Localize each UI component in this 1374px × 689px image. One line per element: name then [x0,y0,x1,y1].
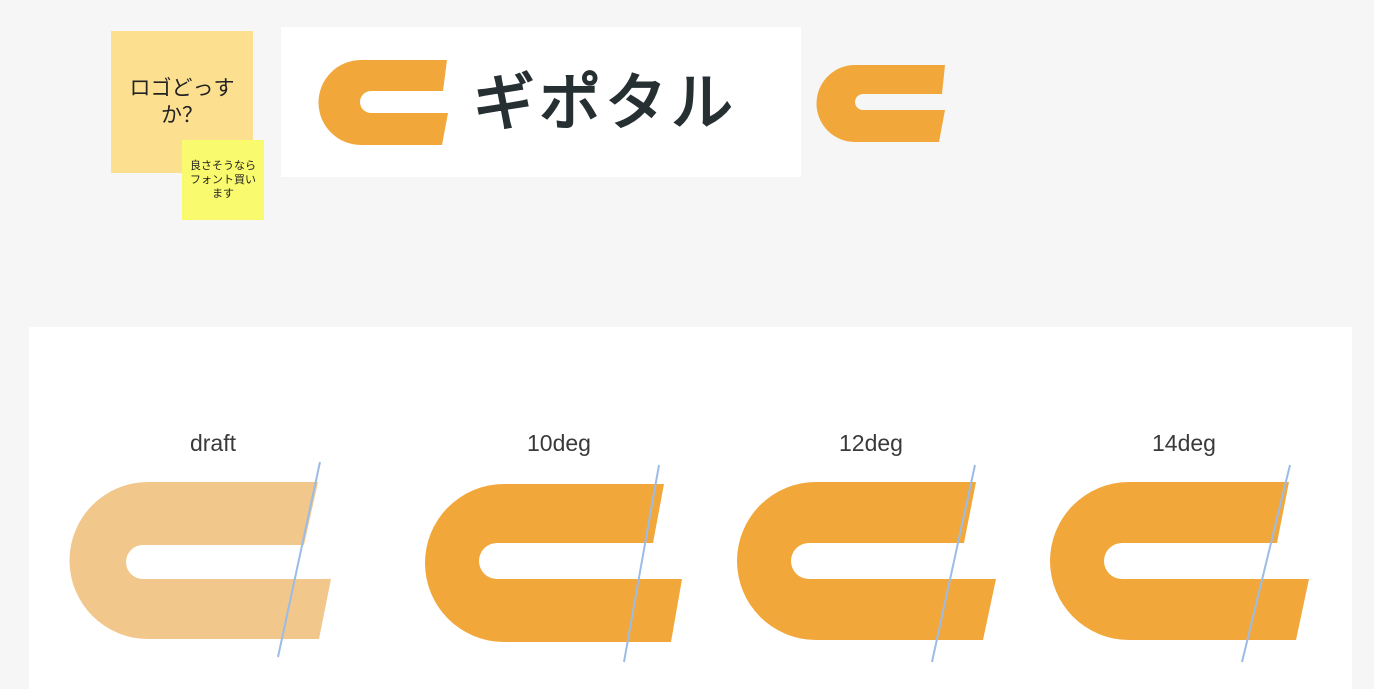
g-logo-icon [69,461,331,658]
variant-10deg[interactable]: 10deg [409,327,709,689]
logo-variants-board[interactable]: draft 10deg 12deg 14deg [29,327,1352,689]
logo-wordmark: ギポタル [473,66,738,139]
g-logo-icon [425,464,682,663]
g-logo-icon [1050,464,1309,663]
whiteboard-canvas[interactable]: ロゴどっすか？ 良さそうならフォント買います ギポタル draft 10deg [0,0,1374,689]
variant-draft[interactable]: draft [63,327,363,689]
g-mark-standalone[interactable] [813,57,953,151]
g-logo-icon [816,65,945,142]
sticky-note-font-comment-text: 良さそうならフォント買います [190,159,256,200]
logo-lockup-image[interactable]: ギポタル [281,27,801,177]
variant-12deg[interactable]: 12deg [721,327,1021,689]
sticky-note-font-comment[interactable]: 良さそうならフォント買います [182,140,264,220]
g-logo-icon [737,464,996,663]
variant-14deg[interactable]: 14deg [1034,327,1334,689]
sticky-note-question-text: ロゴどっすか？ [129,76,235,127]
